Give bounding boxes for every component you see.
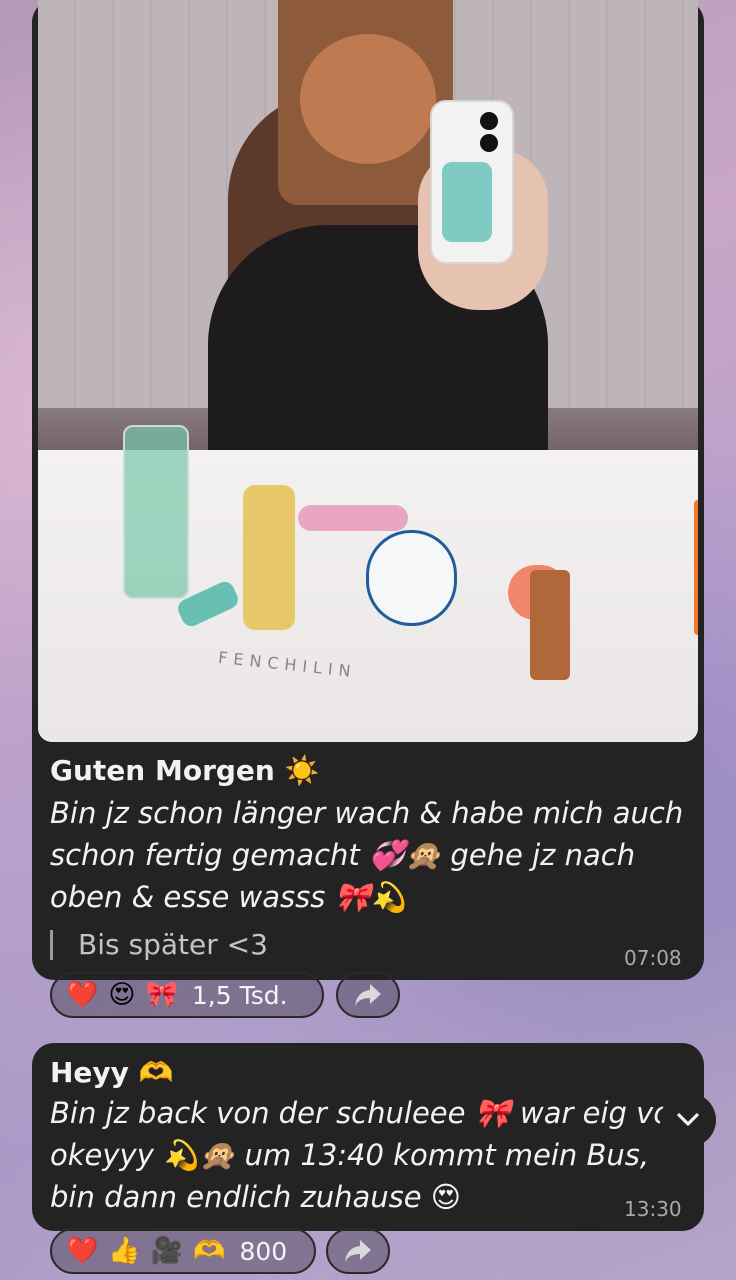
- video-camera-reaction-icon[interactable]: 🎥: [151, 1236, 183, 1266]
- message-title: Heyy 🫶: [50, 1056, 174, 1089]
- photo-cream-jar: [366, 530, 457, 626]
- quote-bar: [50, 930, 53, 960]
- message-line: schon fertig gemacht 💞🙊 gehe jz nach: [50, 838, 636, 872]
- message-time: 07:08: [624, 946, 682, 970]
- photo-bottle: [123, 425, 189, 599]
- message-title: Guten Morgen ☀️: [50, 754, 320, 787]
- ribbon-reaction-icon[interactable]: 🎀: [145, 980, 177, 1010]
- expand-button[interactable]: [660, 1093, 716, 1147]
- photo-oil-bottle: [243, 485, 295, 630]
- heart-hands-reaction-icon[interactable]: 🫶: [193, 1236, 225, 1266]
- share-button[interactable]: [336, 972, 400, 1018]
- heart-eyes-reaction-icon[interactable]: 😍: [108, 980, 135, 1010]
- share-button[interactable]: [326, 1228, 390, 1274]
- share-arrow-icon: [345, 1240, 371, 1262]
- message-line: bin dann endlich zuhause 😍: [50, 1180, 462, 1214]
- reaction-count: 1,5 Tsd.: [191, 980, 288, 1010]
- heart-reaction-icon[interactable]: ❤️: [66, 1236, 98, 1266]
- reactions-bar[interactable]: ❤️ 👍 🎥 🫶 800: [50, 1228, 316, 1274]
- reaction-count: 800: [239, 1236, 288, 1266]
- message-line: okeyyy 💫🙊 um 13:40 kommt mein Bus,: [50, 1138, 650, 1172]
- photo-foundation: [530, 570, 570, 680]
- message-line: Bin jz back von der schuleee 🎀 war eig v…: [50, 1096, 672, 1130]
- avatar-sticker-face: [300, 34, 436, 164]
- photo-pink-tool: [298, 505, 408, 531]
- message-line: Bin jz schon länger wach & habe mich auc…: [50, 796, 684, 830]
- message-time: 13:30: [624, 1197, 682, 1221]
- photo-mascara: [694, 500, 698, 635]
- message-photo[interactable]: FENCHILIN: [38, 0, 698, 742]
- share-arrow-icon: [355, 984, 381, 1006]
- message-line: oben & esse wasss 🎀💫: [50, 880, 407, 914]
- chevron-down-icon: [677, 1113, 699, 1126]
- reactions-bar[interactable]: ❤️ 😍 🎀 1,5 Tsd.: [50, 972, 324, 1018]
- photo-phone: [430, 100, 514, 264]
- heart-reaction-icon[interactable]: ❤️: [66, 980, 98, 1010]
- quote-text: Bis später <3: [78, 928, 268, 961]
- thumbs-up-reaction-icon[interactable]: 👍: [108, 1236, 140, 1266]
